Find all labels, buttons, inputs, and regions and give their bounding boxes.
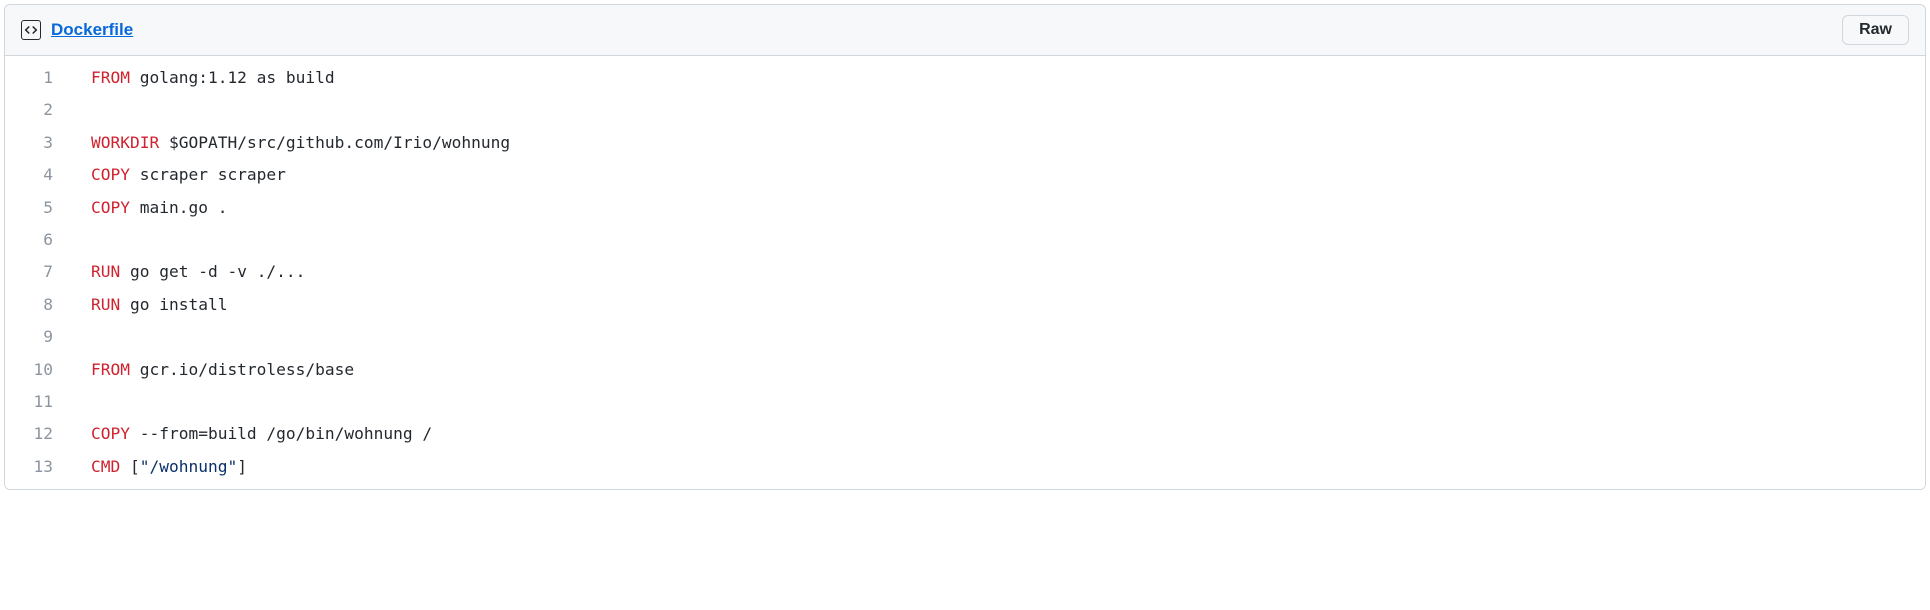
- line-content[interactable]: [77, 94, 1925, 126]
- file-name-link[interactable]: Dockerfile: [51, 20, 133, 40]
- code-line: 9: [5, 321, 1925, 353]
- raw-button[interactable]: Raw: [1842, 15, 1909, 45]
- line-content[interactable]: FROM golang:1.12 as build: [77, 62, 1925, 94]
- line-content[interactable]: WORKDIR $GOPATH/src/github.com/Irio/wohn…: [77, 127, 1925, 159]
- line-number[interactable]: 13: [5, 451, 77, 483]
- code-line: 3WORKDIR $GOPATH/src/github.com/Irio/woh…: [5, 127, 1925, 159]
- line-content[interactable]: [77, 386, 1925, 418]
- code-token-keyword: WORKDIR: [91, 133, 159, 152]
- code-token-keyword: CMD: [91, 457, 120, 476]
- file-header: Dockerfile Raw: [5, 5, 1925, 56]
- line-number[interactable]: 4: [5, 159, 77, 191]
- file-box: Dockerfile Raw 1FROM golang:1.12 as buil…: [4, 4, 1926, 490]
- code-line: 10FROM gcr.io/distroless/base: [5, 354, 1925, 386]
- code-token-plain: [: [120, 457, 140, 476]
- code-line: 5COPY main.go .: [5, 192, 1925, 224]
- code-token-plain: --from=build /go/bin/wohnung /: [130, 424, 432, 443]
- line-content[interactable]: FROM gcr.io/distroless/base: [77, 354, 1925, 386]
- line-number[interactable]: 12: [5, 418, 77, 450]
- line-number[interactable]: 2: [5, 94, 77, 126]
- code-token-keyword: COPY: [91, 198, 130, 217]
- line-content[interactable]: COPY --from=build /go/bin/wohnung /: [77, 418, 1925, 450]
- code-line: 1FROM golang:1.12 as build: [5, 62, 1925, 94]
- code-line: 7RUN go get -d -v ./...: [5, 256, 1925, 288]
- line-content[interactable]: COPY scraper scraper: [77, 159, 1925, 191]
- line-number[interactable]: 8: [5, 289, 77, 321]
- code-token-plain: go get -d -v ./...: [120, 262, 305, 281]
- line-content[interactable]: CMD ["/wohnung"]: [77, 451, 1925, 483]
- code-line: 4COPY scraper scraper: [5, 159, 1925, 191]
- line-number[interactable]: 10: [5, 354, 77, 386]
- code-token-keyword: FROM: [91, 68, 130, 87]
- line-number[interactable]: 11: [5, 386, 77, 418]
- line-content[interactable]: [77, 321, 1925, 353]
- line-number[interactable]: 6: [5, 224, 77, 256]
- code-token-keyword: RUN: [91, 262, 120, 281]
- line-content[interactable]: RUN go install: [77, 289, 1925, 321]
- code-token-plain: gcr.io/distroless/base: [130, 360, 354, 379]
- code-token-plain: scraper scraper: [130, 165, 286, 184]
- code-token-plain: main.go .: [130, 198, 227, 217]
- line-content[interactable]: RUN go get -d -v ./...: [77, 256, 1925, 288]
- code-line: 8RUN go install: [5, 289, 1925, 321]
- line-content[interactable]: COPY main.go .: [77, 192, 1925, 224]
- code-body: 1FROM golang:1.12 as build23WORKDIR $GOP…: [5, 56, 1925, 489]
- code-line: 2: [5, 94, 1925, 126]
- code-token-plain: go install: [120, 295, 227, 314]
- code-token-keyword: COPY: [91, 165, 130, 184]
- line-number[interactable]: 3: [5, 127, 77, 159]
- code-token-keyword: FROM: [91, 360, 130, 379]
- line-number[interactable]: 9: [5, 321, 77, 353]
- code-line: 6: [5, 224, 1925, 256]
- code-file-icon: [21, 20, 41, 40]
- code-line: 13CMD ["/wohnung"]: [5, 451, 1925, 483]
- code-token-plain: $GOPATH/src/github.com/Irio/wohnung: [159, 133, 510, 152]
- code-token-string: "/wohnung": [140, 457, 237, 476]
- code-line: 12COPY --from=build /go/bin/wohnung /: [5, 418, 1925, 450]
- code-token-plain: ]: [237, 457, 247, 476]
- code-token-keyword: RUN: [91, 295, 120, 314]
- code-token-keyword: COPY: [91, 424, 130, 443]
- line-number[interactable]: 7: [5, 256, 77, 288]
- line-number[interactable]: 1: [5, 62, 77, 94]
- line-number[interactable]: 5: [5, 192, 77, 224]
- line-content[interactable]: [77, 224, 1925, 256]
- code-line: 11: [5, 386, 1925, 418]
- code-token-plain: golang:1.12 as build: [130, 68, 335, 87]
- file-title: Dockerfile: [21, 20, 133, 40]
